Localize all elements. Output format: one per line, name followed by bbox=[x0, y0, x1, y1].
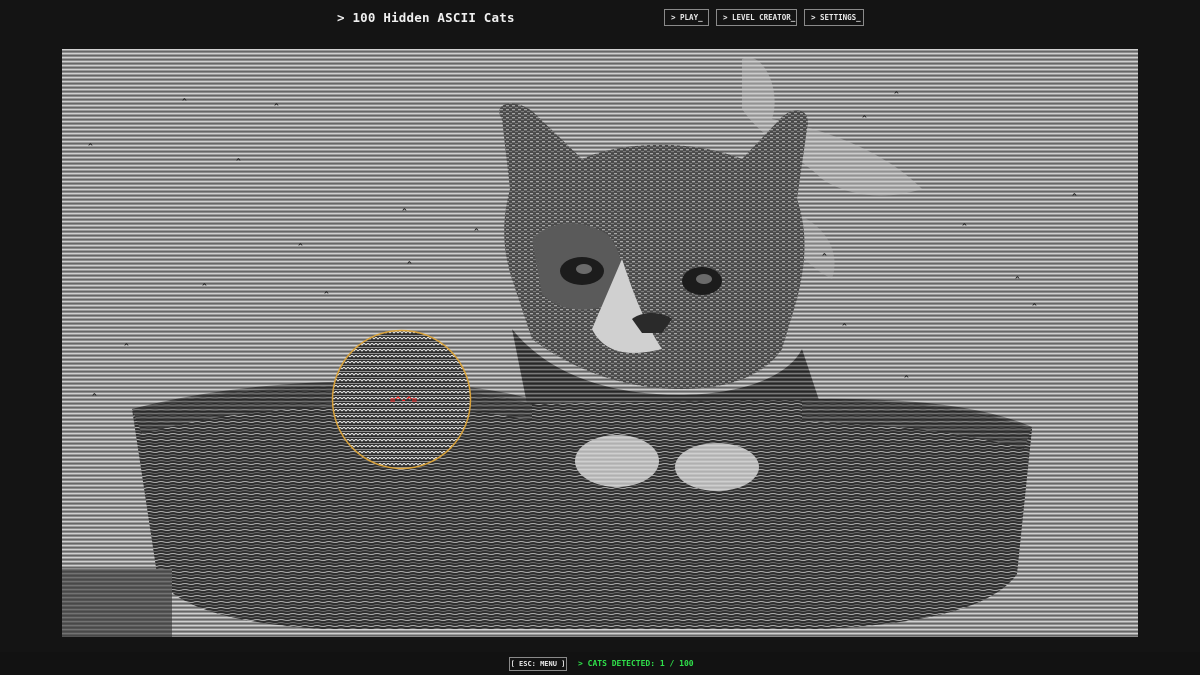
svg-text:^: ^ bbox=[894, 90, 899, 99]
top-bar: > 100 Hidden ASCII Cats > PLAY_ > LEVEL … bbox=[0, 0, 1200, 38]
ascii-game-canvas[interactable]: ^ ^ ^ ^ ^ ^ ^ ^ ^ ^ ^ ^ ^ ^ ^ ^ ^ ^ ^ ^ ^ =^-^= bbox=[62, 49, 1138, 637]
svg-text:^: ^ bbox=[1032, 302, 1037, 311]
svg-text:^: ^ bbox=[962, 222, 967, 231]
svg-text:^: ^ bbox=[298, 242, 303, 251]
svg-text:^: ^ bbox=[822, 252, 827, 261]
svg-text:^: ^ bbox=[92, 392, 97, 401]
svg-text:=^-^=: =^-^= bbox=[390, 396, 418, 406]
level-creator-button[interactable]: > LEVEL CREATOR_ bbox=[716, 9, 797, 26]
esc-menu-button[interactable]: [ ESC: MENU ] bbox=[509, 657, 567, 671]
svg-text:^: ^ bbox=[402, 207, 407, 216]
settings-button[interactable]: > SETTINGS_ bbox=[804, 9, 864, 26]
svg-text:^: ^ bbox=[862, 114, 867, 123]
svg-text:^: ^ bbox=[1072, 192, 1077, 201]
svg-text:^: ^ bbox=[202, 282, 207, 291]
svg-text:^: ^ bbox=[474, 227, 479, 236]
svg-text:^: ^ bbox=[324, 290, 329, 299]
ascii-scene[interactable]: ^ ^ ^ ^ ^ ^ ^ ^ ^ ^ ^ ^ ^ ^ ^ ^ ^ ^ ^ ^ ^ =^-^= bbox=[62, 49, 1138, 637]
cats-detected-counter: > CATS DETECTED: 1 / 100 bbox=[578, 659, 694, 668]
svg-text:^: ^ bbox=[124, 342, 129, 351]
game-title: > 100 Hidden ASCII Cats bbox=[337, 10, 515, 25]
svg-text:^: ^ bbox=[236, 157, 241, 166]
main-nav: > PLAY_ > LEVEL CREATOR_ > SETTINGS_ bbox=[664, 9, 864, 26]
svg-text:^: ^ bbox=[842, 322, 847, 331]
svg-text:^: ^ bbox=[407, 260, 412, 269]
svg-text:^: ^ bbox=[904, 374, 909, 383]
svg-text:^: ^ bbox=[182, 97, 187, 106]
status-bar: [ ESC: MENU ] > CATS DETECTED: 1 / 100 bbox=[0, 652, 1200, 675]
play-button[interactable]: > PLAY_ bbox=[664, 9, 709, 26]
svg-text:^: ^ bbox=[274, 102, 279, 111]
svg-text:^: ^ bbox=[1015, 275, 1020, 284]
svg-text:^: ^ bbox=[88, 142, 93, 151]
